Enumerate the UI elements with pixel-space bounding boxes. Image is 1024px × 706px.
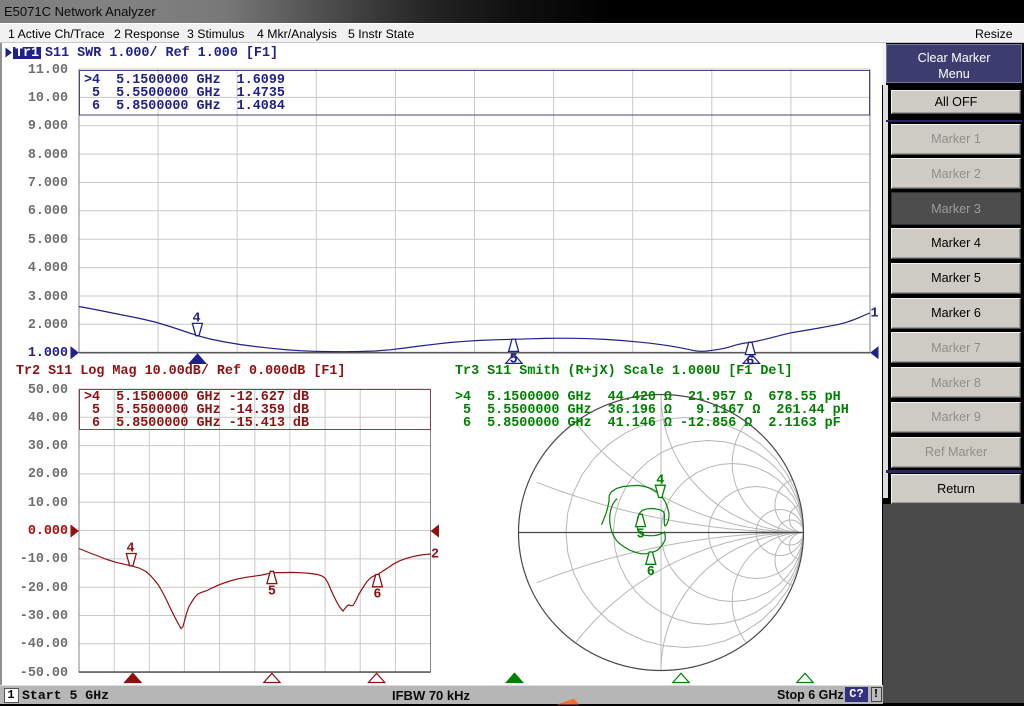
svg-text:5: 5 (637, 528, 645, 543)
svg-text:2: 2 (431, 548, 439, 563)
svg-text:4: 4 (192, 312, 200, 327)
svg-text:1: 1 (870, 307, 878, 322)
svg-text:4: 4 (126, 542, 134, 557)
svg-text:5: 5 (268, 585, 276, 600)
svg-text:6: 6 (647, 565, 655, 580)
svg-text:6: 6 (373, 588, 381, 603)
svg-text:4: 4 (656, 474, 664, 489)
